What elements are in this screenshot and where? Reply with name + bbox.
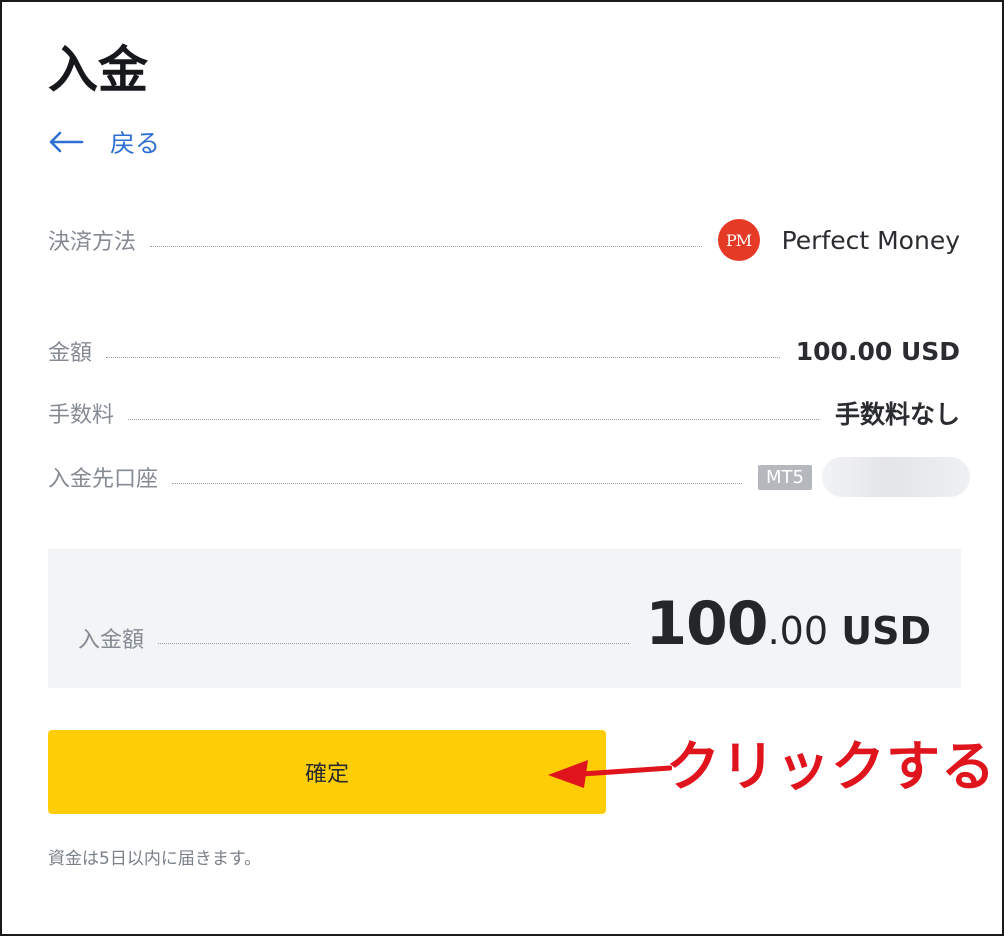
back-label: 戻る	[110, 129, 161, 158]
page-title: 入金	[48, 41, 148, 99]
deposit-amount-label: 入金額	[78, 628, 145, 653]
payment-method-name: Perfect Money	[781, 225, 960, 255]
dotted-leader	[128, 418, 819, 420]
dotted-leader	[106, 356, 780, 358]
page-frame: 入金 戻る 決済方法 PM Perfect Money 金額 100.00 US…	[0, 0, 1004, 936]
platform-badge: MT5	[758, 464, 812, 490]
annotation-text: クリックする	[666, 735, 996, 798]
deposit-amount-integer: 100	[645, 589, 768, 659]
delivery-note: 資金は5日以内に届きます。	[48, 849, 262, 869]
dotted-leader	[158, 642, 630, 644]
arrow-left-icon	[49, 131, 84, 153]
perfect-money-logo: PM	[717, 219, 760, 261]
fee-value: 手数料なし	[834, 400, 960, 429]
fee-label: 手数料	[48, 403, 115, 428]
fee-row: 手数料 手数料なし	[48, 391, 960, 435]
annotation-arrow-icon	[548, 760, 672, 788]
dotted-leader	[172, 482, 743, 484]
amount-row: 金額 100.00 USD	[48, 329, 960, 373]
back-link[interactable]: 戻る	[48, 122, 160, 162]
payment-method-value: PM Perfect Money	[717, 219, 960, 261]
deposit-summary-panel: 入金額 100.00 USD	[48, 549, 961, 688]
amount-label: 金額	[48, 341, 93, 366]
confirm-button[interactable]: 確定	[48, 730, 606, 814]
account-label: 入金先口座	[48, 467, 159, 492]
account-row: 入金先口座 MT5	[48, 455, 970, 499]
payment-method-label: 決済方法	[48, 230, 137, 255]
payment-method-row: 決済方法 PM Perfect Money	[48, 218, 960, 262]
dotted-leader	[150, 245, 702, 247]
deposit-amount-value: 100.00 USD	[645, 589, 931, 659]
redacted-account-number	[822, 457, 970, 497]
deposit-amount-currency: USD	[828, 609, 931, 653]
account-value: MT5	[758, 457, 970, 497]
deposit-amount-decimal: .00	[767, 609, 828, 653]
amount-value: 100.00 USD	[795, 336, 960, 366]
